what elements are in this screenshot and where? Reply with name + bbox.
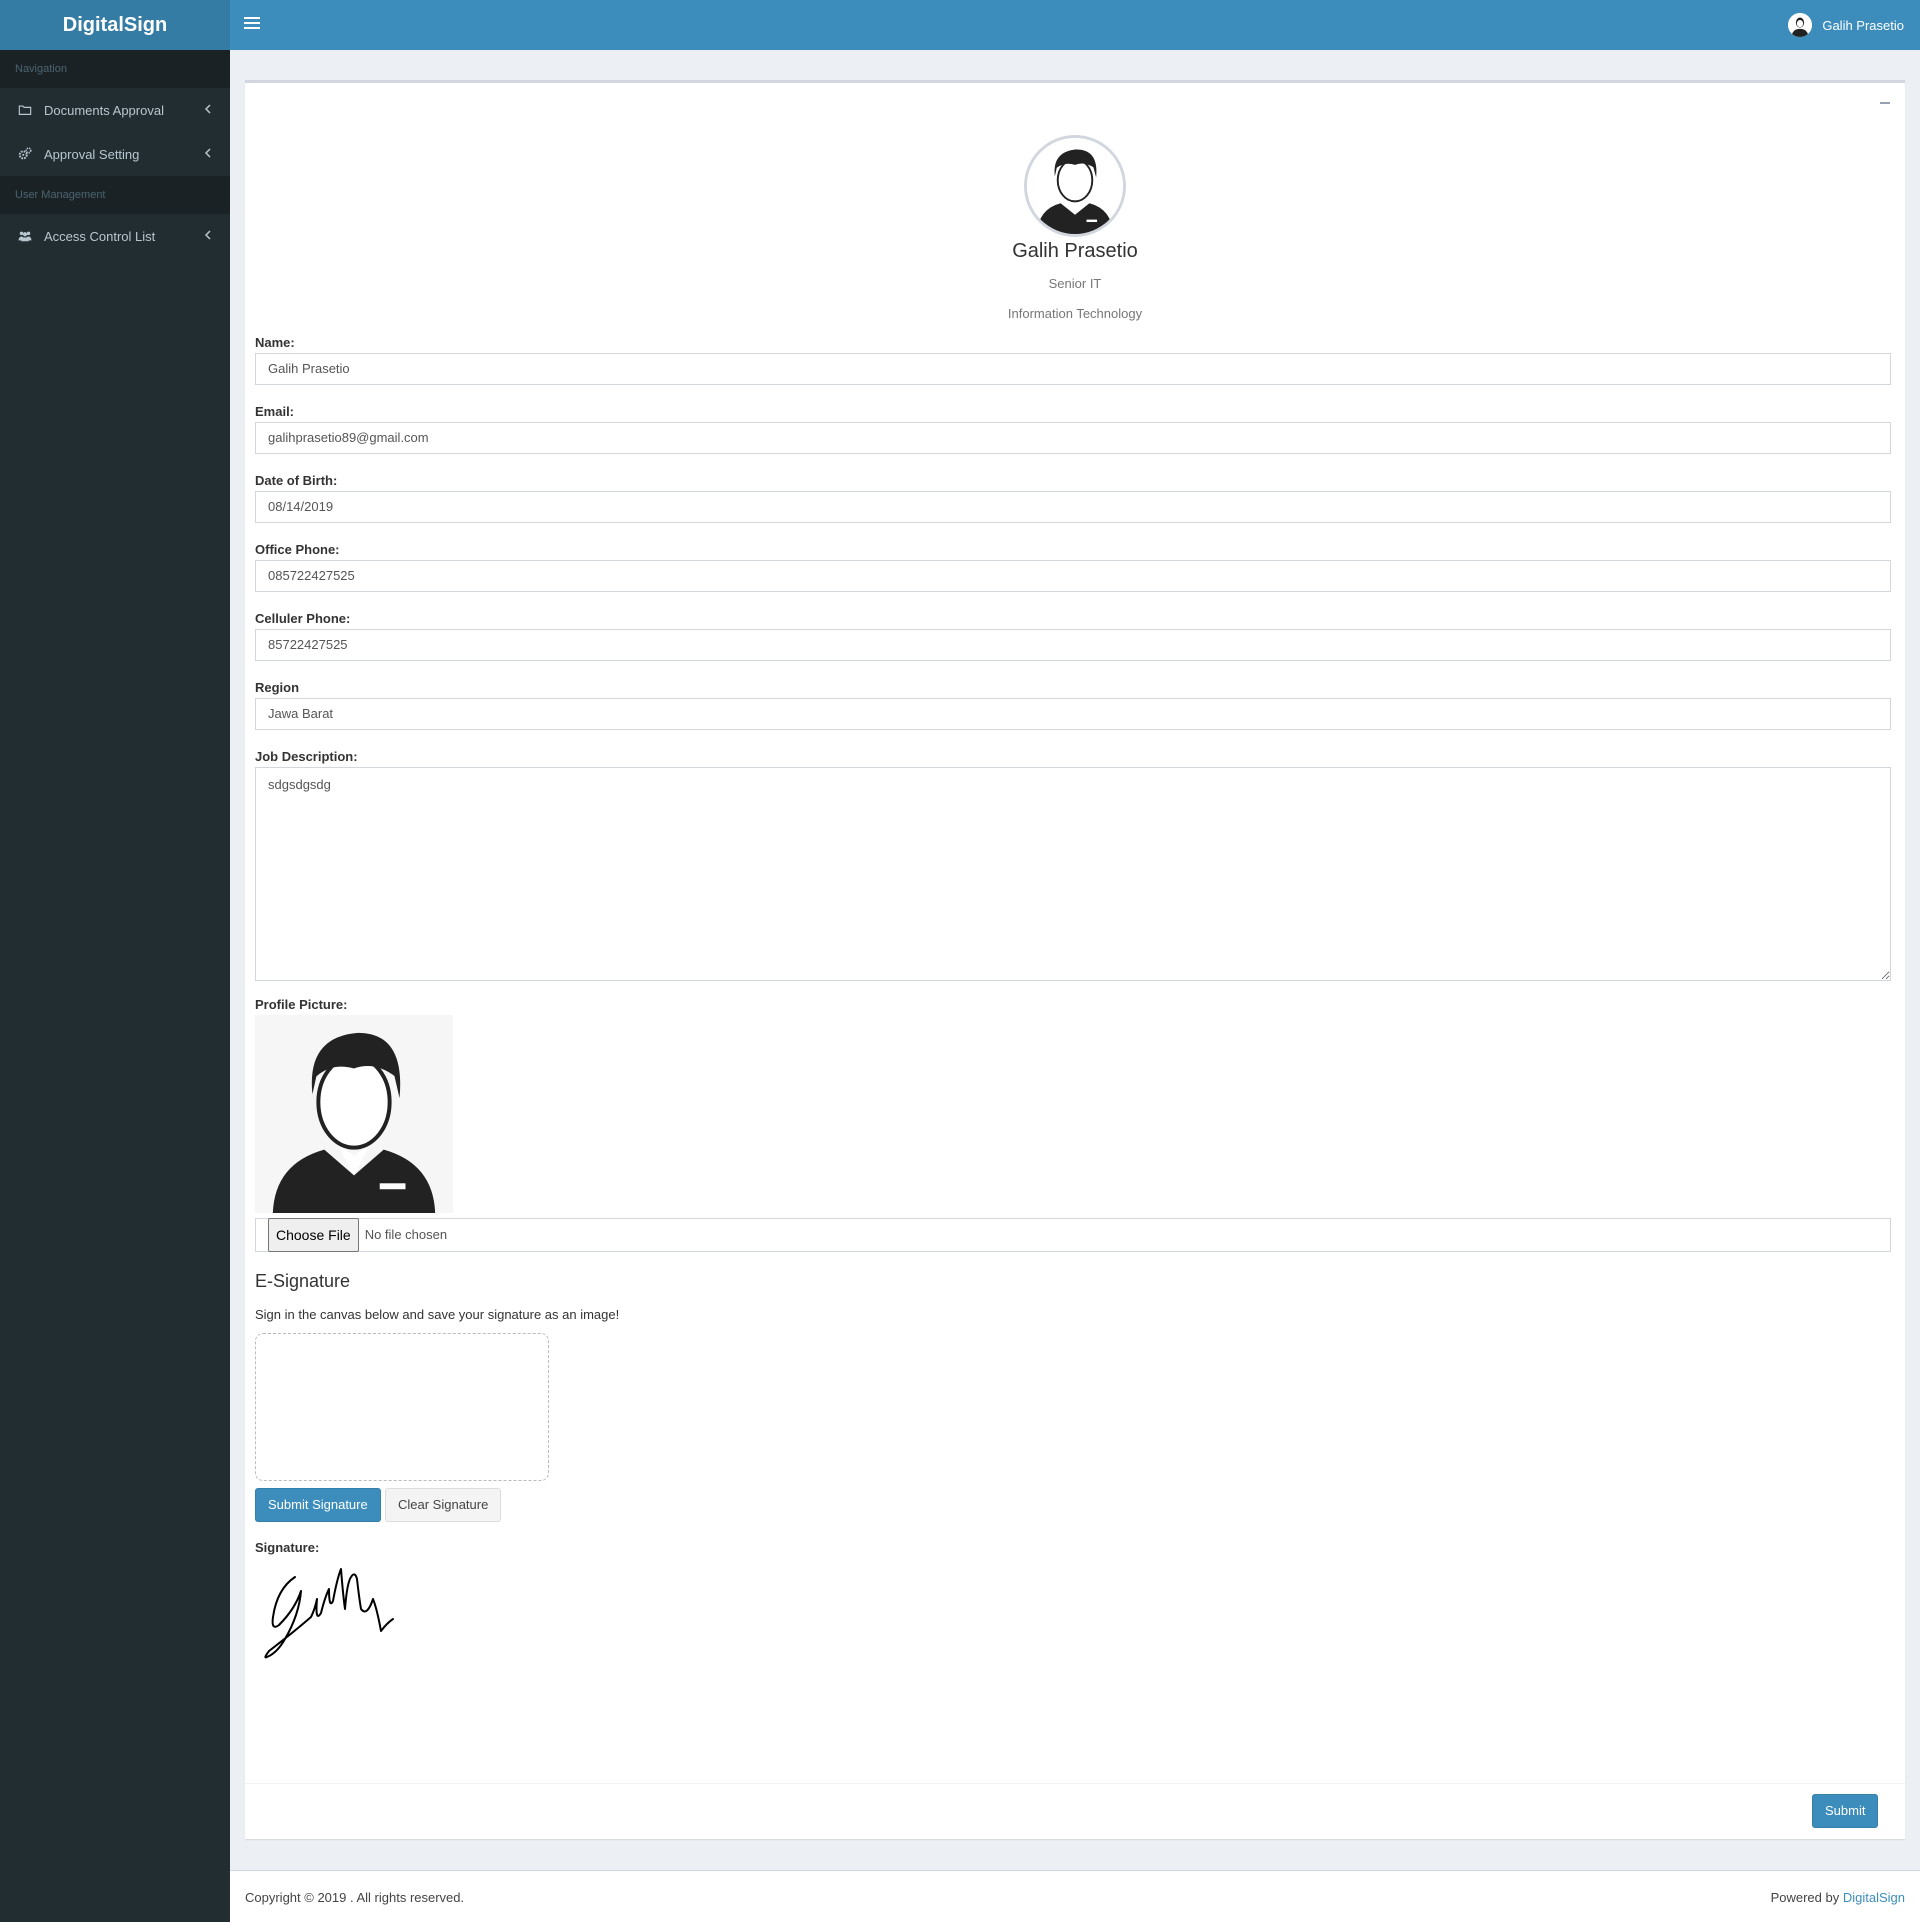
powered-by-prefix: Powered by — [1770, 1890, 1840, 1905]
office-phone-label: Office Phone: — [255, 542, 340, 557]
sidebar-header-navigation: Navigation — [0, 50, 230, 88]
profile-position: Senior IT — [1048, 276, 1102, 291]
profile-box: Galih Prasetio Senior IT Information Tec… — [245, 80, 1905, 1839]
job-description-textarea[interactable]: sdgsdgsdg — [255, 767, 1891, 981]
gears-icon — [18, 147, 32, 160]
cell-phone-label: Celluler Phone: — [255, 611, 351, 626]
file-status: No file chosen — [364, 1227, 448, 1242]
folder-icon — [18, 105, 32, 115]
name-label: Name: — [255, 335, 295, 350]
chevron-left-icon — [204, 230, 211, 240]
box-footer-divider — [245, 1783, 1905, 1784]
sidebar: Navigation Documents Approval Approval S… — [0, 50, 230, 1922]
user-name: Galih Prasetio — [1822, 17, 1904, 33]
job-description-label: Job Description: — [255, 749, 358, 764]
email-field[interactable]: galihprasetio89@gmail.com — [255, 422, 1891, 454]
chevron-left-icon — [204, 148, 211, 158]
dob-label: Date of Birth: — [255, 473, 338, 488]
cell-phone-field[interactable]: 85722427525 — [255, 629, 1891, 661]
avatar — [1788, 13, 1813, 37]
profile-picture-label: Profile Picture: — [255, 997, 348, 1012]
name-field[interactable]: Galih Prasetio — [255, 353, 1891, 385]
sidebar-header-user-management: User Management — [0, 176, 230, 214]
profile-avatar — [1024, 135, 1126, 237]
chevron-left-icon — [204, 104, 211, 114]
users-icon — [18, 231, 32, 242]
dob-field[interactable]: 08/14/2019 — [255, 491, 1891, 523]
choose-file-button[interactable]: Choose File — [268, 1218, 359, 1252]
sidebar-item-label: Documents Approval — [44, 102, 164, 118]
esignature-title: E-Signature — [255, 1271, 351, 1291]
powered-by-link[interactable]: DigitalSign — [1843, 1890, 1905, 1905]
signature-canvas[interactable] — [255, 1333, 549, 1481]
submit-button[interactable]: Submit — [1812, 1794, 1879, 1828]
user-menu[interactable]: Galih Prasetio — [1788, 0, 1904, 50]
sidebar-toggle-icon[interactable] — [244, 17, 260, 31]
profile-department: Information Technology — [1007, 306, 1143, 321]
region-label: Region — [255, 680, 300, 695]
sidebar-item-label: Access Control List — [44, 228, 156, 244]
minus-icon — [1880, 102, 1890, 104]
sidebar-item-label: Approval Setting — [44, 146, 140, 162]
copyright-text: Copyright © 2019 . All rights reserved. — [245, 1890, 465, 1905]
profile-picture-preview — [255, 1015, 453, 1213]
region-field[interactable]: Jawa Barat — [255, 698, 1891, 730]
collapse-box-button[interactable] — [1877, 95, 1893, 111]
office-phone-field[interactable]: 085722427525 — [255, 560, 1891, 592]
app-logo[interactable]: DigitalSign — [0, 0, 230, 50]
sidebar-item-documents-approval[interactable]: Documents Approval — [0, 88, 230, 132]
powered-by: Powered by DigitalSign — [1771, 1890, 1905, 1905]
submit-signature-button[interactable]: Submit Signature — [255, 1488, 381, 1522]
clear-signature-button[interactable]: Clear Signature — [385, 1488, 502, 1522]
top-navbar: Galih Prasetio — [230, 0, 1920, 50]
sidebar-item-approval-setting[interactable]: Approval Setting — [0, 132, 230, 176]
profile-picture-file-input[interactable]: Choose File No file chosen — [255, 1218, 1891, 1252]
saved-signature-image — [264, 1568, 394, 1659]
sidebar-item-access-control-list[interactable]: Access Control List — [0, 214, 230, 258]
profile-name: Galih Prasetio — [1012, 240, 1138, 262]
email-label: Email: — [255, 404, 295, 419]
page-footer: Copyright © 2019 . All rights reserved. … — [230, 1870, 1920, 1922]
esignature-description: Sign in the canvas below and save your s… — [255, 1307, 620, 1322]
